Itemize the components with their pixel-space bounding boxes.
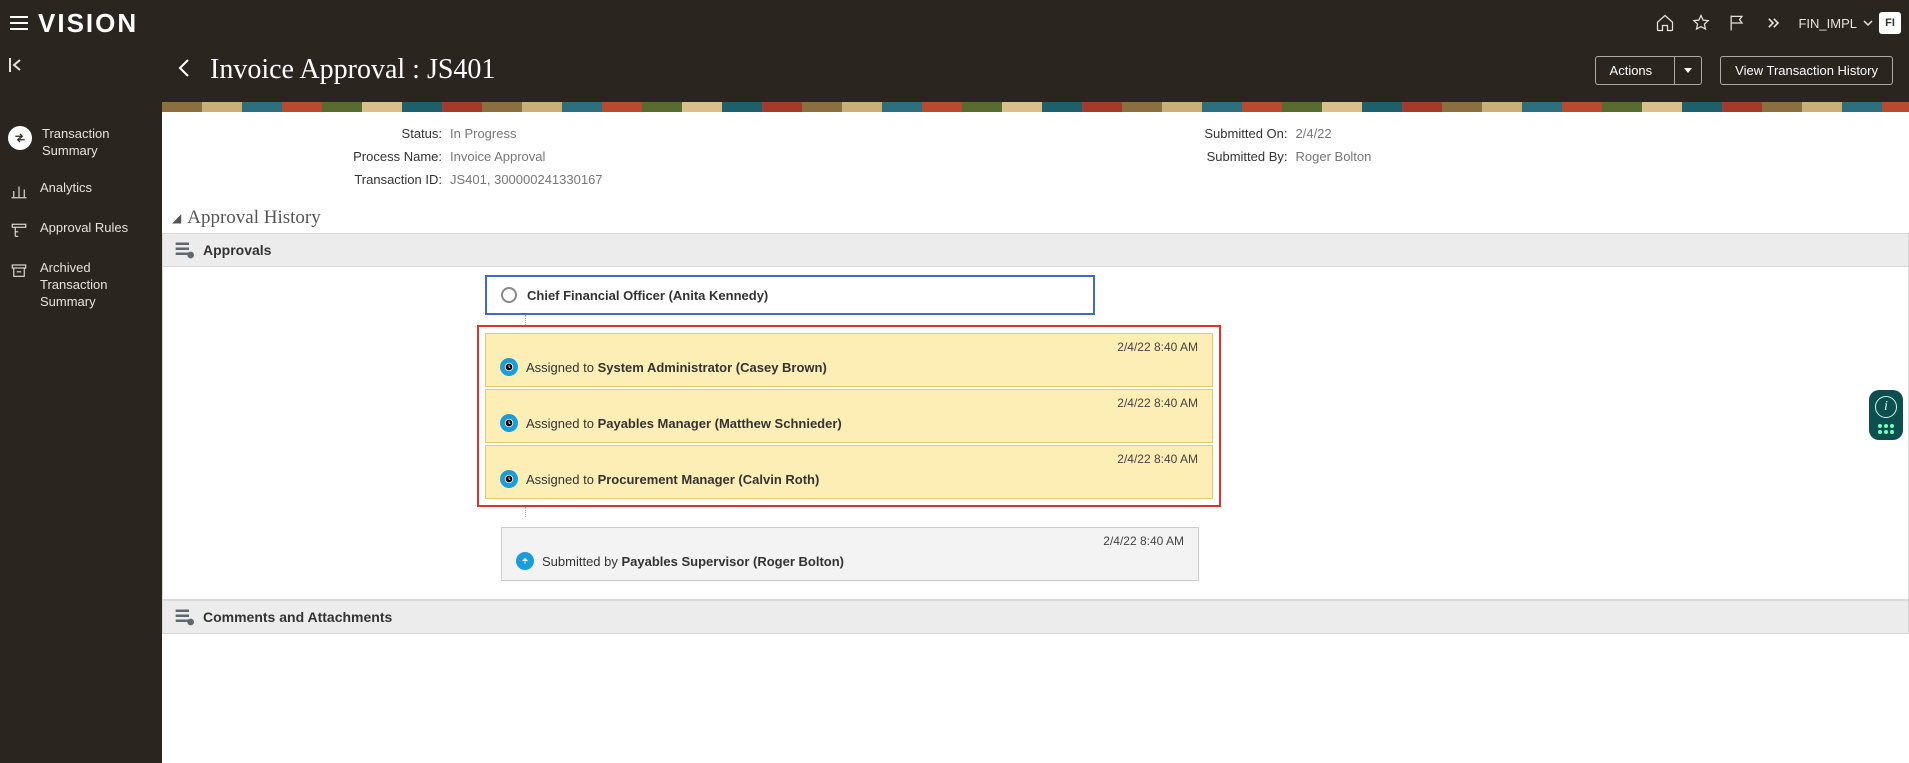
view-transaction-history-button[interactable]: View Transaction History	[1720, 56, 1893, 85]
submitted-on-value: 2/4/22	[1296, 126, 1332, 141]
sidebar-item-label: Transaction Summary	[42, 126, 154, 160]
approval-node-cfo[interactable]: Chief Financial Officer (Anita Kennedy)	[485, 275, 1095, 315]
submitted-by-value: Roger Bolton	[1296, 149, 1372, 164]
back-icon[interactable]	[176, 56, 192, 85]
list-icon	[173, 607, 195, 627]
home-icon[interactable]	[1654, 12, 1676, 34]
user-avatar: FI	[1879, 12, 1901, 34]
actions-caret-icon[interactable]	[1674, 57, 1701, 84]
approval-node-submitted[interactable]: 2/4/22 8:40 AM Submitted by Payables Sup…	[501, 527, 1199, 581]
comments-label: Comments and Attachments	[203, 609, 392, 625]
timestamp: 2/4/22 8:40 AM	[500, 340, 1198, 354]
process-name-label: Process Name:	[190, 149, 450, 164]
connector-line	[525, 315, 1199, 325]
user-menu[interactable]: FIN_IMPL FI	[1798, 12, 1901, 34]
rules-icon	[8, 222, 30, 240]
clock-icon	[500, 414, 518, 432]
star-icon[interactable]	[1690, 12, 1712, 34]
list-icon	[173, 240, 195, 260]
swap-icon	[8, 126, 32, 150]
sidebar-item-analytics[interactable]: Analytics	[0, 170, 162, 210]
sidebar-item-approval-rules[interactable]: Approval Rules	[0, 210, 162, 250]
status-value: In Progress	[450, 126, 516, 141]
assigned-prefix: Assigned to	[526, 416, 594, 431]
assigned-prefix: Assigned to	[526, 360, 594, 375]
sidebar-item-label: Archived Transaction Summary	[40, 260, 154, 311]
actions-button[interactable]: Actions	[1595, 56, 1703, 85]
transaction-id-label: Transaction ID:	[190, 172, 450, 187]
clock-icon	[500, 470, 518, 488]
app-logo: VISION	[38, 8, 138, 39]
approval-history-toggle[interactable]: ◢ Approval History	[162, 203, 1909, 233]
analytics-icon	[8, 182, 30, 200]
approvals-band: Approvals	[162, 233, 1909, 267]
assignee-name: Procurement Manager (Calvin Roth)	[598, 472, 820, 487]
approval-node-pending[interactable]: 2/4/22 8:40 AM Assigned to Payables Mana…	[485, 389, 1213, 443]
timestamp: 2/4/22 8:40 AM	[516, 534, 1184, 548]
approval-node-pending[interactable]: 2/4/22 8:40 AM Assigned to Procurement M…	[485, 445, 1213, 499]
clock-icon	[500, 358, 518, 376]
pending-assignments-group: 2/4/22 8:40 AM Assigned to System Admini…	[477, 325, 1221, 507]
submitter-name: Payables Supervisor (Roger Bolton)	[622, 554, 845, 569]
submitted-on-label: Submitted On:	[1036, 126, 1296, 141]
archive-icon	[8, 262, 30, 280]
user-label: FIN_IMPL	[1798, 16, 1857, 31]
approval-node-pending[interactable]: 2/4/22 8:40 AM Assigned to System Admini…	[485, 333, 1213, 387]
pending-circle-icon	[501, 287, 517, 303]
sidebar-item-archived-transaction-summary[interactable]: Archived Transaction Summary	[0, 250, 162, 321]
cfo-name: Chief Financial Officer (Anita Kennedy)	[527, 288, 768, 303]
timestamp: 2/4/22 8:40 AM	[500, 452, 1198, 466]
chevron-down-icon	[1863, 18, 1873, 28]
status-label: Status:	[190, 126, 450, 141]
connector-line	[525, 507, 1199, 517]
sidebar-item-transaction-summary[interactable]: Transaction Summary	[0, 116, 162, 170]
assigned-prefix: Assigned to	[526, 472, 594, 487]
sidebar-item-label: Analytics	[40, 180, 92, 197]
flag-icon[interactable]	[1726, 12, 1748, 34]
decorative-strip	[162, 102, 1909, 112]
more-icon[interactable]	[1762, 12, 1784, 34]
process-name-value: Invoice Approval	[450, 149, 545, 164]
help-widget[interactable]: i	[1869, 390, 1903, 440]
submitted-prefix: Submitted by	[542, 554, 618, 569]
approval-history-title: Approval History	[187, 207, 321, 229]
page-title: Invoice Approval : JS401	[210, 54, 495, 86]
info-icon: i	[1875, 396, 1897, 418]
transaction-id-value: JS401, 300000241330167	[450, 172, 603, 187]
comments-band: Comments and Attachments	[162, 600, 1909, 634]
collapse-triangle-icon: ◢	[172, 211, 181, 226]
sidebar-collapse-icon[interactable]	[8, 58, 26, 77]
arrow-up-icon	[516, 552, 534, 570]
submitted-by-label: Submitted By:	[1036, 149, 1296, 164]
sidebar-item-label: Approval Rules	[40, 220, 128, 237]
keypad-icon	[1878, 424, 1894, 434]
timestamp: 2/4/22 8:40 AM	[500, 396, 1198, 410]
assignee-name: System Administrator (Casey Brown)	[598, 360, 827, 375]
hamburger-menu-icon[interactable]	[4, 8, 34, 38]
approvals-label: Approvals	[203, 242, 271, 258]
assignee-name: Payables Manager (Matthew Schnieder)	[598, 416, 842, 431]
actions-label: Actions	[1596, 57, 1667, 84]
